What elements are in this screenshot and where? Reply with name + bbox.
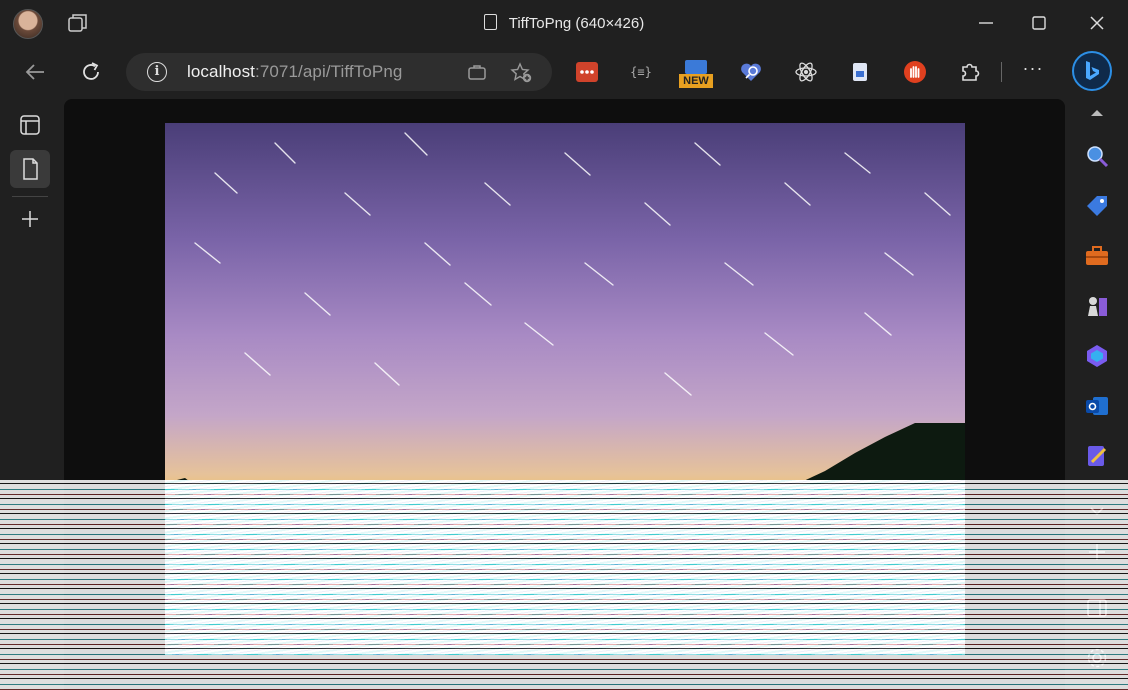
rail-separator bbox=[12, 196, 48, 197]
ext-react-icon[interactable] bbox=[793, 59, 819, 85]
toolbar: i localhost:7071/api/TiffToPng {≡} NEW ·… bbox=[0, 46, 1128, 98]
search-icon[interactable] bbox=[1083, 142, 1111, 170]
bing-icon bbox=[1086, 61, 1099, 80]
add-favorite-icon[interactable] bbox=[510, 62, 532, 84]
window-title-container: TiffToPng (640×426) bbox=[0, 14, 1128, 32]
corrupted-image-region bbox=[165, 480, 965, 655]
shopping-tag-icon[interactable] bbox=[1083, 192, 1111, 220]
page-document-icon bbox=[23, 158, 38, 180]
maximize-button[interactable] bbox=[1026, 10, 1052, 36]
window-title: TiffToPng (640×426) bbox=[508, 15, 645, 32]
close-button[interactable] bbox=[1084, 10, 1110, 36]
page-content bbox=[64, 99, 1065, 690]
new-tab-button[interactable] bbox=[10, 200, 50, 238]
sidebar-settings-gear-icon[interactable] bbox=[1083, 644, 1111, 672]
sidebar-scroll-down-icon[interactable] bbox=[1083, 498, 1111, 526]
copilot-bing-button[interactable] bbox=[1072, 51, 1112, 91]
star-trails bbox=[194, 132, 951, 396]
hide-sidebar-icon[interactable] bbox=[1083, 594, 1111, 622]
outlook-icon[interactable] bbox=[1083, 392, 1111, 420]
ext-red-dots-icon[interactable] bbox=[574, 59, 600, 85]
new-badge-label: NEW bbox=[679, 74, 713, 88]
url-text[interactable]: localhost:7071/api/TiffToPng bbox=[187, 62, 402, 82]
tools-briefcase-icon[interactable] bbox=[1083, 242, 1111, 270]
toolbar-divider bbox=[1001, 62, 1002, 82]
url-path: :7071/api/TiffToPng bbox=[255, 62, 403, 81]
address-bar[interactable]: i localhost:7071/api/TiffToPng bbox=[126, 53, 552, 91]
ext-new-badge-icon[interactable]: NEW bbox=[679, 60, 713, 88]
back-button[interactable] bbox=[20, 57, 50, 87]
ext-save-page-icon[interactable] bbox=[847, 59, 873, 85]
tab-panel-icon[interactable] bbox=[10, 106, 50, 144]
tab-tifftopng[interactable] bbox=[10, 150, 50, 188]
microsoft-365-icon[interactable] bbox=[1083, 342, 1111, 370]
app-available-icon[interactable] bbox=[466, 62, 488, 84]
extensions-puzzle-icon[interactable] bbox=[957, 59, 983, 85]
games-chess-icon[interactable] bbox=[1083, 292, 1111, 320]
sidebar-scroll-up-icon[interactable] bbox=[1083, 100, 1111, 124]
refresh-button[interactable] bbox=[76, 57, 106, 87]
settings-more-button[interactable]: ··· bbox=[1019, 59, 1047, 84]
ext-heart-search-icon[interactable] bbox=[738, 59, 764, 85]
minimize-button[interactable] bbox=[973, 10, 999, 36]
vertical-tab-rail bbox=[0, 98, 60, 690]
ext-stop-hand-icon[interactable] bbox=[902, 59, 928, 85]
rendered-png-image bbox=[165, 123, 965, 655]
ext-json-braces-icon[interactable]: {≡} bbox=[628, 59, 654, 85]
add-sidebar-app-icon[interactable] bbox=[1083, 538, 1111, 566]
document-icon bbox=[483, 14, 497, 30]
url-host: localhost bbox=[187, 62, 255, 81]
title-bar: TiffToPng (640×426) bbox=[0, 0, 1128, 46]
designer-icon[interactable] bbox=[1083, 442, 1111, 470]
edge-sidebar bbox=[1069, 98, 1128, 690]
site-info-icon[interactable]: i bbox=[147, 62, 167, 82]
